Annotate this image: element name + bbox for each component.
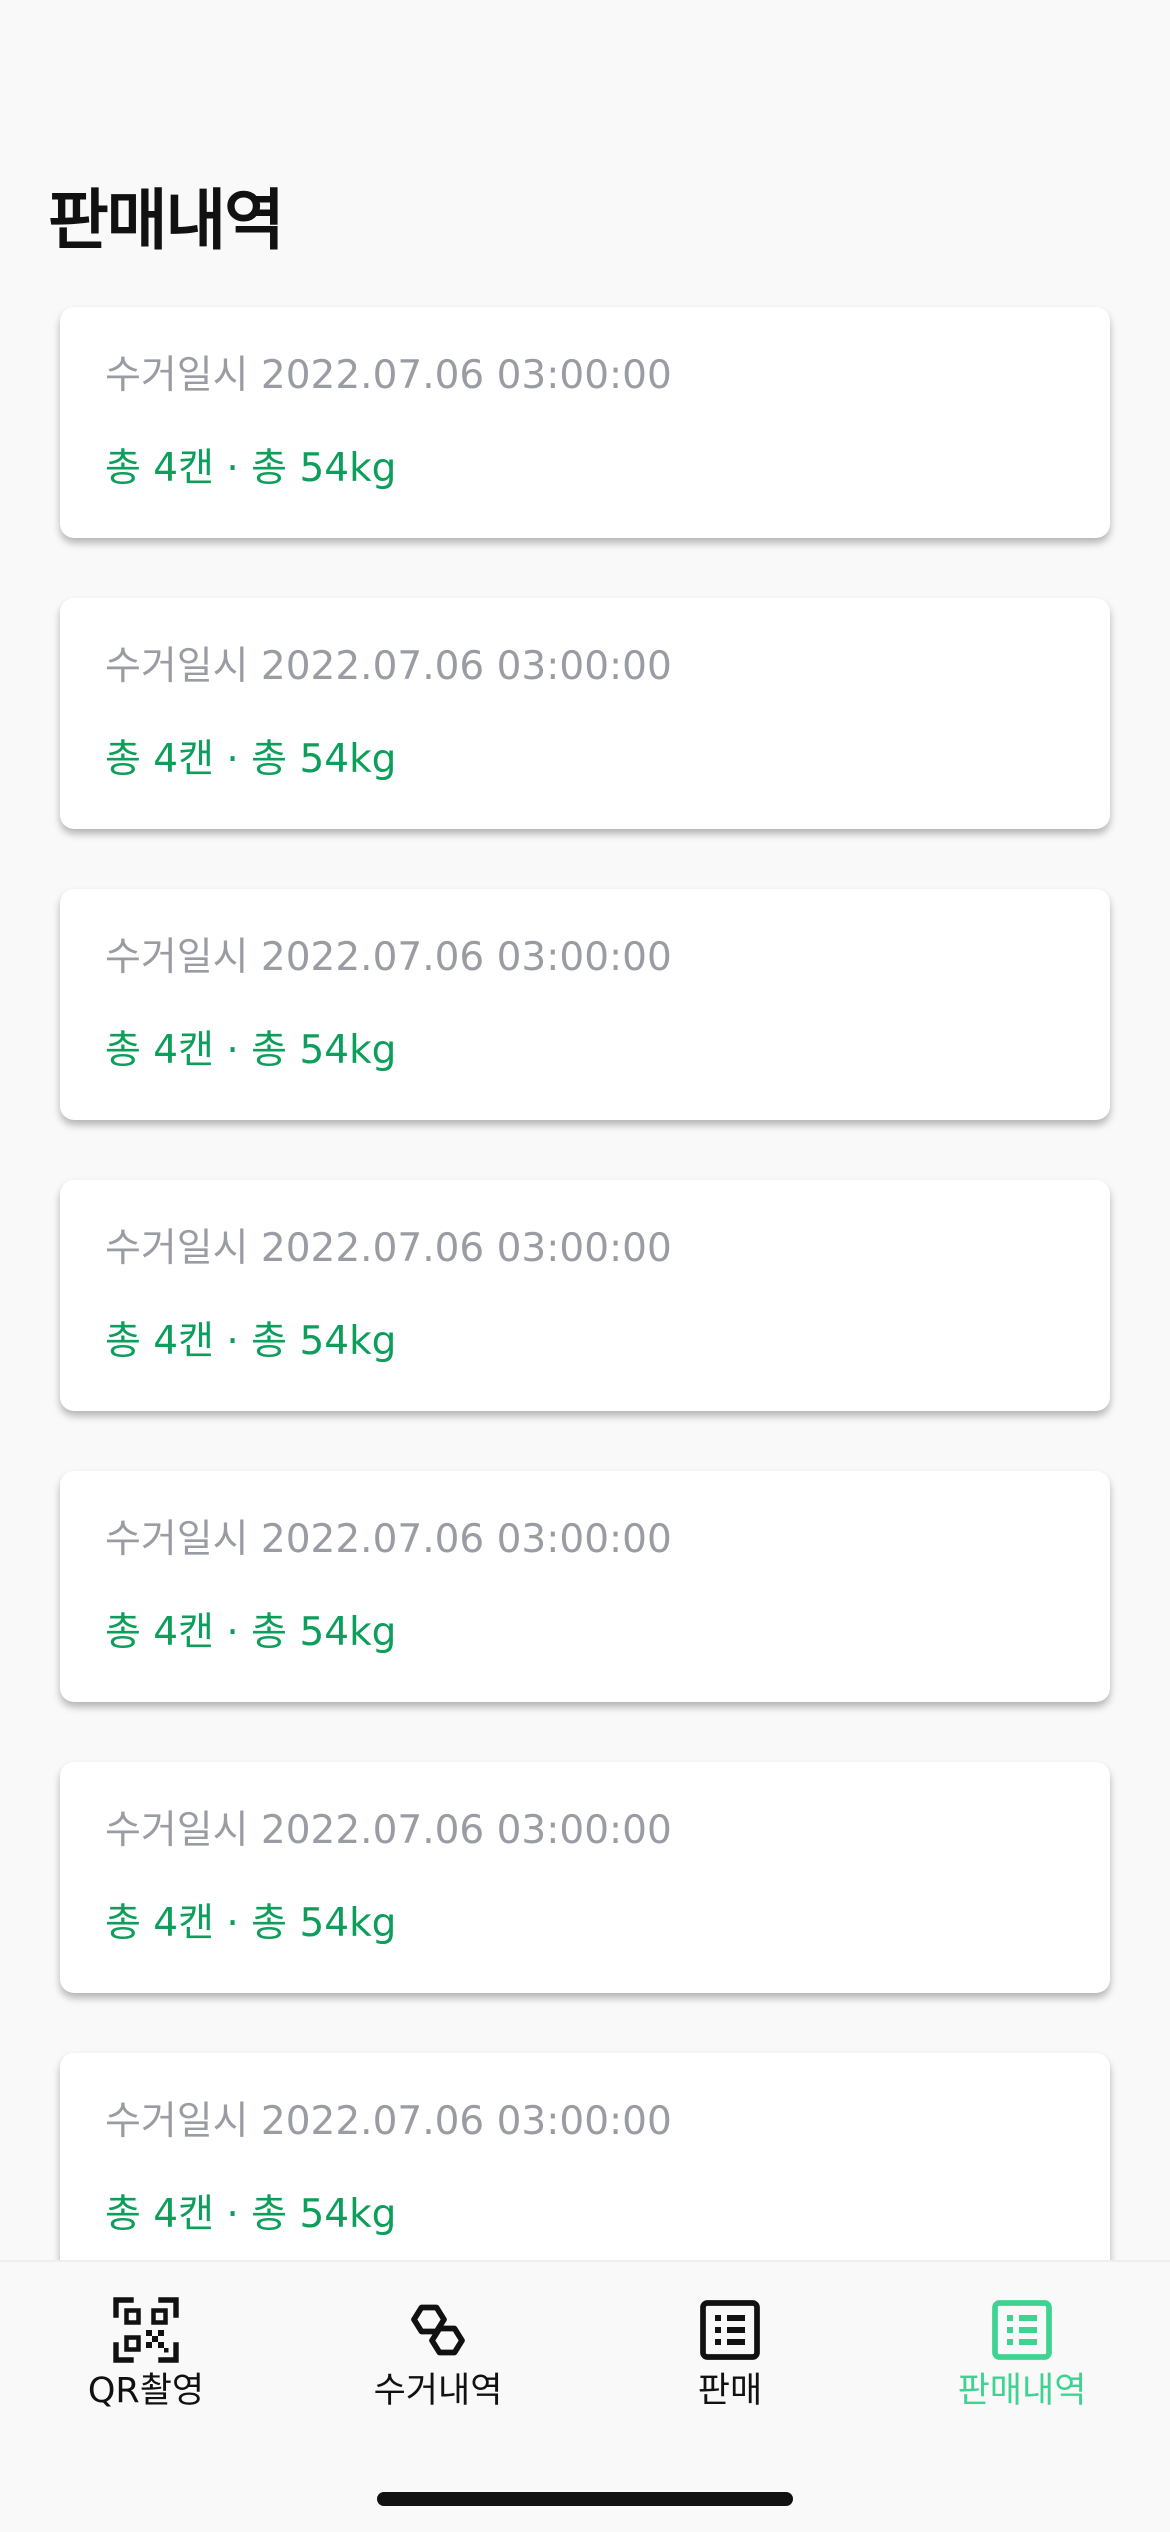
tab-sales-history[interactable]: 판매내역 (876, 2294, 1168, 2414)
collection-date: 수거일시 2022.07.06 03:00:00 (105, 1808, 672, 1853)
tab-collection-history[interactable]: 수거내역 (292, 2294, 584, 2414)
record-summary: 총 4캔 · 총 54kg (105, 1901, 397, 1946)
tab-label: QR촬영 (87, 2371, 205, 2411)
sales-record-card[interactable]: 수거일시 2022.07.06 03:00:00 총 4캔 · 총 54kg (60, 598, 1110, 829)
collection-history-icon (411, 2304, 465, 2356)
page-title: 판매내역 (48, 182, 285, 259)
sales-record-card[interactable]: 수거일시 2022.07.06 03:00:00 총 4캔 · 총 54kg (60, 1471, 1110, 1702)
collection-date: 수거일시 2022.07.06 03:00:00 (105, 1226, 672, 1271)
bottom-tab-bar: QR촬영 수거내역 판매 판매내역 (0, 2260, 1170, 2532)
collection-date: 수거일시 2022.07.06 03:00:00 (105, 2099, 672, 2144)
record-summary: 총 4캔 · 총 54kg (105, 1028, 397, 1073)
record-summary: 총 4캔 · 총 54kg (105, 2192, 397, 2237)
list-icon (992, 2300, 1052, 2360)
sales-record-card[interactable]: 수거일시 2022.07.06 03:00:00 총 4캔 · 총 54kg (60, 307, 1110, 538)
record-summary: 총 4캔 · 총 54kg (105, 1610, 397, 1655)
sales-record-card[interactable]: 수거일시 2022.07.06 03:00:00 총 4캔 · 총 54kg (60, 1762, 1110, 1993)
collection-date: 수거일시 2022.07.06 03:00:00 (105, 644, 672, 689)
collection-date: 수거일시 2022.07.06 03:00:00 (105, 935, 672, 980)
tab-label: 수거내역 (373, 2371, 503, 2411)
collection-date: 수거일시 2022.07.06 03:00:00 (105, 353, 672, 398)
home-indicator (377, 2492, 793, 2506)
sales-record-card[interactable]: 수거일시 2022.07.06 03:00:00 총 4캔 · 총 54kg (60, 2053, 1110, 2284)
sales-record-card[interactable]: 수거일시 2022.07.06 03:00:00 총 4캔 · 총 54kg (60, 889, 1110, 1120)
tab-sale[interactable]: 판매 (584, 2294, 876, 2414)
sales-record-card[interactable]: 수거일시 2022.07.06 03:00:00 총 4캔 · 총 54kg (60, 1180, 1110, 1411)
qr-code-icon (113, 2297, 179, 2363)
tab-label: 판매 (697, 2371, 763, 2411)
record-summary: 총 4캔 · 총 54kg (105, 1319, 397, 1364)
collection-date: 수거일시 2022.07.06 03:00:00 (105, 1517, 672, 1562)
tab-label: 판매내역 (957, 2371, 1087, 2411)
list-icon (700, 2300, 760, 2360)
record-summary: 총 4캔 · 총 54kg (105, 737, 397, 782)
tab-qr-scan[interactable]: QR촬영 (0, 2294, 292, 2414)
record-summary: 총 4캔 · 총 54kg (105, 446, 397, 491)
